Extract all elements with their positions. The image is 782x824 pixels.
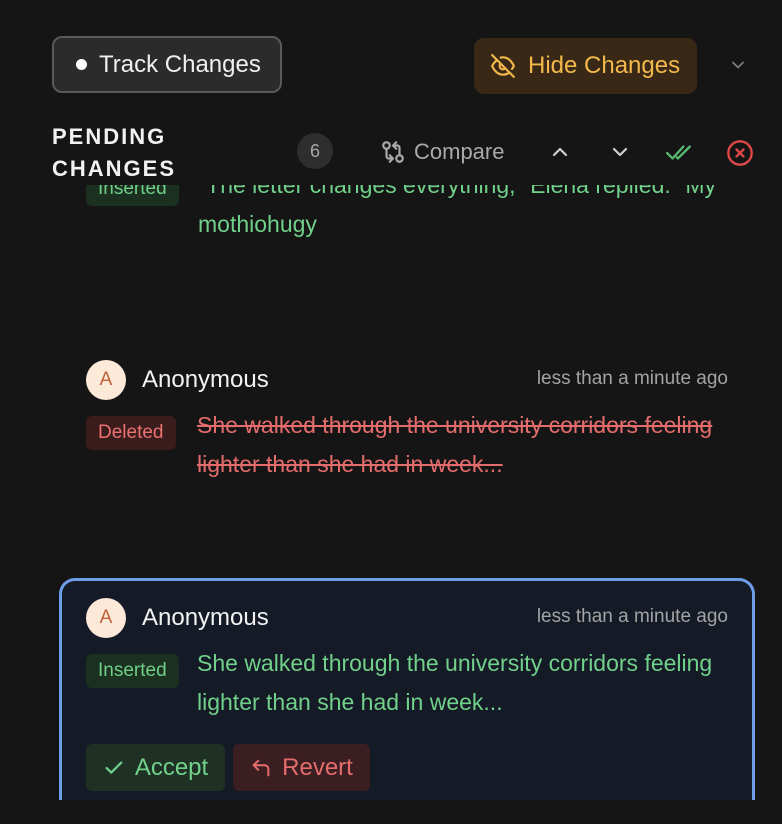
chevron-down-icon[interactable] xyxy=(608,140,632,164)
compare-label: Compare xyxy=(414,139,505,164)
pending-count-badge: 6 xyxy=(297,133,333,169)
track-changes-button[interactable]: Track Changes xyxy=(52,36,282,93)
eye-off-icon xyxy=(491,54,515,78)
deleted-badge: Deleted xyxy=(86,416,176,450)
change-text: She walked through the university corrid… xyxy=(197,412,713,477)
change-actions: Accept Revert xyxy=(86,744,370,791)
accept-button[interactable]: Accept xyxy=(86,744,225,791)
avatar: A xyxy=(86,598,126,638)
timestamp: less than a minute ago xyxy=(536,606,728,627)
undo-icon xyxy=(252,759,270,776)
accept-label: Accept xyxy=(134,753,209,781)
author-name: Anonymous xyxy=(142,366,269,393)
status-dot xyxy=(76,59,87,70)
track-changes-panel: Track Changes Hide Changes PENDING CHANG… xyxy=(0,0,782,824)
x-circle-icon[interactable] xyxy=(726,139,754,167)
git-compare-icon xyxy=(382,141,404,163)
timestamp: less than a minute ago xyxy=(536,368,728,389)
check-icon xyxy=(105,760,123,774)
hide-changes-button[interactable]: Hide Changes xyxy=(474,38,697,94)
inserted-badge: Inserted xyxy=(86,185,179,206)
revert-label: Revert xyxy=(282,753,353,781)
pending-changes-title: PENDING CHANGES xyxy=(52,124,177,181)
inserted-badge: Inserted xyxy=(86,654,179,688)
chevron-down-icon[interactable] xyxy=(728,55,748,75)
chevron-up-icon[interactable] xyxy=(548,140,572,164)
active-change-card[interactable]: A Anonymous less than a minute ago Inser… xyxy=(59,578,755,800)
avatar: A xyxy=(86,360,126,400)
change-text: "The letter changes everything," Elena r… xyxy=(198,185,716,237)
author-name: Anonymous xyxy=(142,604,269,631)
change-text: She walked through the university corrid… xyxy=(197,650,713,715)
changes-list[interactable]: Inserted "The letter changes everything,… xyxy=(0,185,782,800)
double-check-icon[interactable] xyxy=(665,139,693,165)
hide-changes-label: Hide Changes xyxy=(528,52,681,79)
track-changes-label: Track Changes xyxy=(99,50,261,78)
compare-button[interactable]: Compare xyxy=(380,139,504,165)
revert-button[interactable]: Revert xyxy=(233,744,370,791)
